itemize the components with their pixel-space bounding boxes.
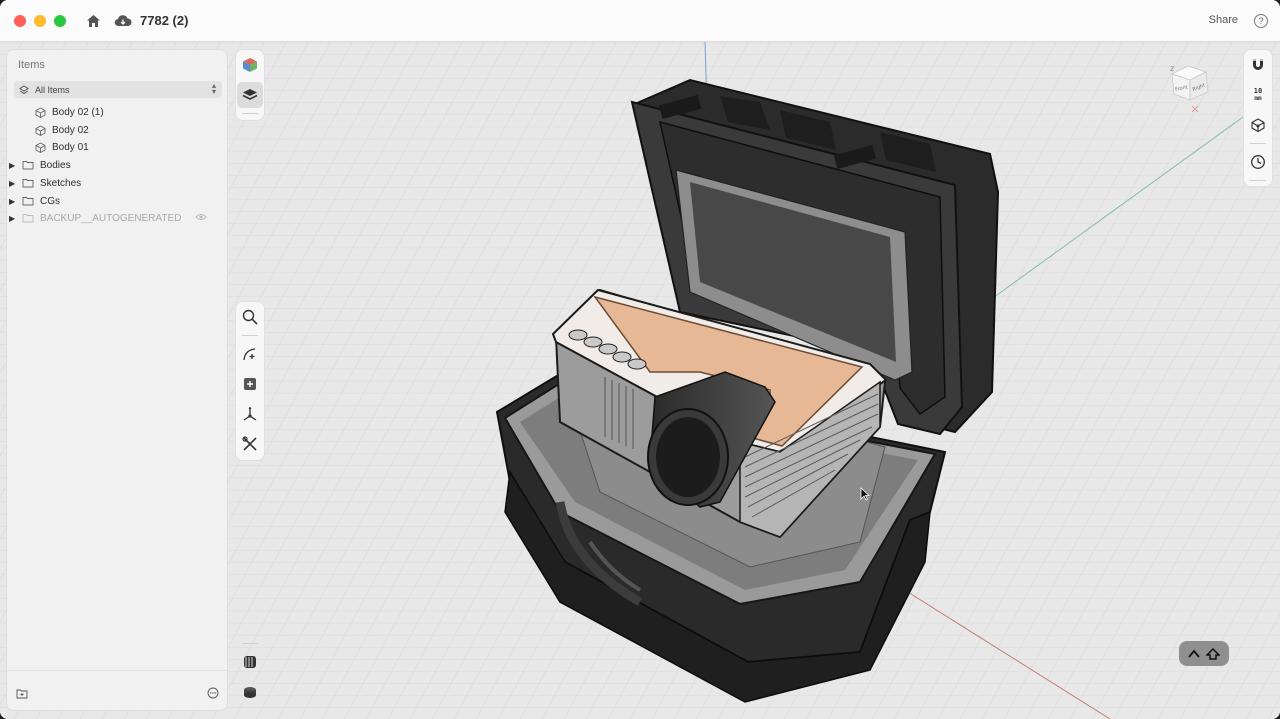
panel-footer <box>7 670 227 710</box>
window-controls <box>14 14 66 27</box>
search-button[interactable] <box>237 304 263 330</box>
appearance-button[interactable] <box>237 52 263 78</box>
body-cube-icon <box>33 140 47 154</box>
tree-item-label: Body 02 (1) <box>52 106 104 118</box>
body-cube-icon <box>33 105 47 119</box>
updown-chevron-icon: ▴ ▾ <box>211 81 216 96</box>
tree-item-body-02-1[interactable]: Body 02 (1) <box>21 104 104 120</box>
folder-icon <box>21 176 35 190</box>
cloud-sync-icon[interactable] <box>114 12 132 30</box>
toolbar-separator <box>1250 180 1266 181</box>
home-icon[interactable] <box>84 12 102 30</box>
expand-arrow-icon[interactable]: ▶ <box>9 179 21 188</box>
document-title[interactable]: 7782 (2) <box>140 13 188 28</box>
pivot-cube-icon <box>1251 118 1265 133</box>
tree-item-body-01[interactable]: Body 01 <box>21 139 89 155</box>
tree-item-label: Body 01 <box>52 141 89 153</box>
items-filter-value: All Items <box>35 84 70 95</box>
hidden-eye-icon[interactable] <box>195 213 207 224</box>
toolbar-separator <box>242 335 258 336</box>
folder-icon <box>21 211 35 225</box>
transform-button[interactable] <box>237 401 263 427</box>
wrench-screwdriver-icon <box>242 436 257 451</box>
tree-item-label: BACKUP__AUTOGENERATED <box>40 212 182 224</box>
tree-item-label: CGs <box>40 195 60 207</box>
app-window: 7782 (2) Share ? Items All Items ▴ ▾ Bod… <box>0 0 1280 719</box>
tree-item-sketches[interactable]: ▶ Sketches <box>9 175 81 191</box>
tape-measure-icon <box>244 687 256 698</box>
view-mode-toolbar <box>235 49 265 121</box>
history-button[interactable] <box>1245 149 1271 175</box>
pivot-button[interactable] <box>1245 112 1271 138</box>
grid-size-button[interactable]: 10 mm <box>1245 82 1271 108</box>
tree-item-body-02[interactable]: Body 02 <box>21 122 89 138</box>
modeling-toolbar <box>235 301 265 461</box>
striped-sphere-icon <box>244 656 256 668</box>
search-icon <box>242 309 258 325</box>
tree-item-label: Body 02 <box>52 124 89 136</box>
minimize-window-button[interactable] <box>34 14 46 27</box>
measure-button[interactable] <box>237 679 263 705</box>
layers-stack-icon <box>242 89 258 100</box>
expand-arrow-icon[interactable]: ▶ <box>9 197 21 206</box>
tree-item-bodies[interactable]: ▶ Bodies <box>9 157 71 173</box>
move-gizmo-icon <box>243 407 257 421</box>
panel-title: Items <box>18 59 45 71</box>
zoom-window-button[interactable] <box>54 14 66 27</box>
folder-icon <box>21 194 35 208</box>
body-cube-icon <box>33 123 47 137</box>
add-box-icon <box>244 378 256 390</box>
folder-icon <box>21 158 35 172</box>
new-folder-icon[interactable] <box>16 686 28 704</box>
grid-size-unit: mm <box>1254 95 1262 102</box>
navigation-keys-hint[interactable] <box>1179 641 1229 666</box>
expand-arrow-icon[interactable]: ▶ <box>9 214 21 223</box>
clock-icon <box>1251 155 1265 169</box>
render-toolbar <box>235 640 265 711</box>
items-filter-dropdown[interactable]: All Items ▴ ▾ <box>14 81 222 98</box>
toolbar-separator <box>242 113 258 114</box>
items-panel: Items All Items ▴ ▾ Body 02 (1) Body 02 B… <box>6 49 228 711</box>
right-toolbar: 10 mm <box>1243 49 1273 187</box>
sketch-curve-button[interactable] <box>237 341 263 367</box>
grid-size-value: 10 <box>1253 87 1263 95</box>
magnet-icon <box>1253 59 1263 70</box>
tree-item-cgs[interactable]: ▶ CGs <box>9 193 60 209</box>
expand-arrow-icon[interactable]: ▶ <box>9 161 21 170</box>
tools-button[interactable] <box>237 431 263 457</box>
layers-icon <box>19 84 29 94</box>
tree-item-label: Bodies <box>40 159 71 171</box>
help-button[interactable]: ? <box>1254 14 1268 28</box>
layers-button[interactable] <box>237 82 263 108</box>
chevron-up-icon <box>1188 649 1200 658</box>
view-cube[interactable]: Z Front Right <box>1168 62 1214 114</box>
render-button[interactable] <box>237 649 263 675</box>
curve-pen-icon <box>243 348 256 361</box>
shift-arrow-icon <box>1206 647 1220 660</box>
title-bar: 7782 (2) Share ? <box>0 0 1280 42</box>
view-cube-axis-label: Z <box>1170 66 1174 73</box>
tree-item-label: Sketches <box>40 177 82 189</box>
share-button[interactable]: Share <box>1209 14 1238 26</box>
toolbar-separator <box>242 643 258 644</box>
snap-magnet-button[interactable] <box>1245 52 1271 78</box>
colored-cube-icon <box>243 58 257 72</box>
toolbar-separator <box>1250 143 1266 144</box>
add-primitive-button[interactable] <box>237 371 263 397</box>
mouse-cursor-icon <box>860 487 870 501</box>
more-options-icon[interactable] <box>207 686 219 704</box>
close-window-button[interactable] <box>14 14 26 27</box>
tree-item-backup-autogenerated[interactable]: ▶ BACKUP__AUTOGENERATED <box>9 210 209 226</box>
